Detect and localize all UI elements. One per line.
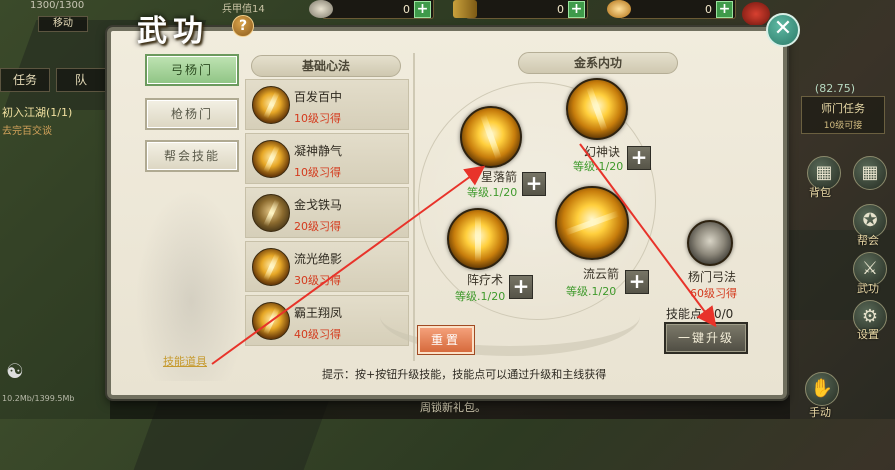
metal-kungfu-header: 金系内功 — [518, 52, 678, 74]
tab-team[interactable]: 队 — [56, 68, 106, 92]
skill-level: 等级.1/20 — [573, 160, 624, 173]
skill-name: 阵疗术 — [467, 273, 504, 287]
network-stat: 10.2Mb/1399.5Mb — [2, 394, 75, 403]
upgrade-plus-button[interactable]: + — [522, 172, 546, 196]
skill-name: 金戈铁马 — [294, 198, 343, 212]
list-item[interactable]: 金戈铁马 20级习得 — [245, 187, 409, 238]
tab-spear-yang[interactable]: 枪杨门 — [145, 98, 239, 130]
ink-landscape-decoration — [131, 181, 251, 381]
skill-points: 技能点：0/0 — [666, 307, 734, 321]
player-hp: 1300/1300 — [30, 0, 85, 11]
arrow-skill-icon[interactable] — [460, 106, 522, 168]
skill-requirement: 10级习得 — [294, 112, 341, 125]
skill-level: 等级.1/20 — [455, 290, 506, 303]
faction-task-title: 师门任务 — [821, 102, 865, 115]
resource-slot-1: 0 + — [309, 0, 434, 19]
skill-requirement: 10级习得 — [294, 166, 341, 179]
hint-text: 提示：按+按钮升级技能，技能点可以通过升级和主线获得 — [322, 368, 607, 381]
top-resource-bar: 1300/1300 移动 兵甲值14 0 + 0 + 0 + — [0, 0, 895, 32]
list-item[interactable]: 凝神静气 10级习得 — [245, 133, 409, 184]
add-resource-button[interactable]: + — [568, 0, 585, 18]
faction-task-panel[interactable]: 师门任务 10级可接 — [801, 96, 885, 134]
scroll-icon — [453, 0, 477, 18]
resource-value: 0 — [403, 2, 410, 16]
add-resource-button[interactable]: + — [414, 0, 431, 18]
move-button[interactable]: 移动 — [38, 16, 88, 32]
skill-requirement: 60级习得 — [690, 287, 737, 300]
manual-label: 手动 — [809, 406, 831, 419]
tab-bow-yang[interactable]: 弓杨门 — [145, 54, 239, 86]
skill-name: 流光绝影 — [294, 252, 343, 266]
skill-level: 等级.1/20 — [566, 285, 617, 298]
skill-items-link[interactable]: 技能道具 — [163, 353, 207, 369]
faction-label: 帮会 — [857, 234, 879, 247]
skill-name: 凝神静气 — [294, 144, 343, 158]
top-info: 兵甲值14 — [222, 4, 265, 15]
tab-task[interactable]: 任务 — [0, 68, 50, 92]
grid-icon[interactable]: ▦ — [853, 156, 887, 190]
upgrade-plus-button[interactable]: + — [509, 275, 533, 299]
skill-requirement: 30级习得 — [294, 274, 341, 287]
quest-subtitle: 去完百交谈 — [2, 126, 52, 137]
map-coordinate: (82.75) — [814, 82, 855, 95]
skill-requirement: 20级习得 — [294, 220, 341, 233]
coin-icon — [309, 0, 333, 18]
reset-button[interactable]: 重置 — [418, 326, 474, 354]
martial-label: 武功 — [857, 282, 879, 295]
basic-skills-header: 基础心法 — [251, 55, 401, 77]
cloud-arrow-skill-icon[interactable] — [555, 186, 629, 260]
upgrade-plus-button[interactable]: + — [625, 270, 649, 294]
gift-icon[interactable] — [742, 2, 770, 26]
add-resource-button[interactable]: + — [716, 0, 733, 18]
skill-name: 星落箭 — [481, 170, 518, 184]
skill-name: 流云箭 — [583, 267, 620, 281]
skill-requirement: 40级习得 — [294, 328, 341, 341]
skill-name: 杨门弓法 — [688, 270, 737, 284]
resource-slot-2: 0 + — [453, 0, 588, 19]
skill-icon — [252, 140, 290, 178]
resource-value: 0 — [557, 2, 564, 16]
list-item[interactable]: 百发百中 10级习得 — [245, 79, 409, 130]
heal-skill-icon[interactable] — [447, 208, 509, 270]
one-click-upgrade-button[interactable]: 一键升级 — [664, 322, 748, 354]
chat-text: 周锁新礼包。 — [420, 401, 486, 414]
skill-icon — [252, 302, 290, 340]
panel-title: 武功 — [137, 14, 209, 49]
quest-title[interactable]: 初入江湖(1/1) — [2, 104, 72, 120]
skill-icon — [252, 248, 290, 286]
phoenix-skill-icon[interactable] — [566, 78, 628, 140]
right-hud: (82.75) 师门任务 10级可接 ▦ 背包 ▦ ✪ 帮会 ⚔ 武功 ⚙ 设置… — [785, 0, 895, 419]
skill-icon — [252, 194, 290, 232]
meditate-icon[interactable]: ☯ — [6, 359, 32, 385]
skill-icon — [252, 86, 290, 124]
ingot-icon — [607, 0, 631, 18]
bow-technique-icon[interactable] — [687, 220, 733, 266]
settings-label: 设置 — [857, 328, 879, 341]
skill-level: 等级.1/20 — [467, 186, 518, 199]
resource-value: 0 — [705, 2, 712, 16]
upgrade-plus-button[interactable]: + — [627, 146, 651, 170]
skill-name: 霸王翔凤 — [294, 306, 343, 320]
faction-task-sub: 10级可接 — [823, 121, 863, 131]
help-icon[interactable]: ? — [232, 15, 254, 37]
resource-slot-3: 0 + — [607, 0, 736, 19]
close-icon[interactable]: ✕ — [766, 13, 800, 47]
skill-name: 百发百中 — [294, 90, 343, 104]
bag-label: 背包 — [809, 186, 831, 199]
tab-guild-skills[interactable]: 帮会技能 — [145, 140, 239, 172]
